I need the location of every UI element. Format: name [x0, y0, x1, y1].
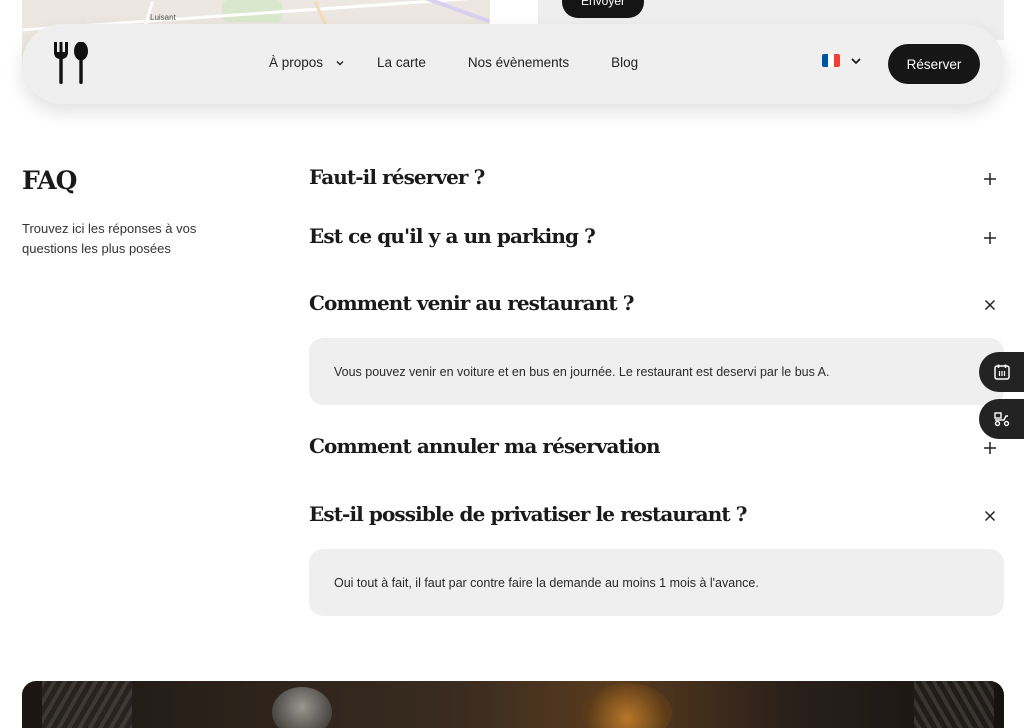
chevron-down-icon	[851, 57, 861, 64]
nav-item-label: La carte	[377, 55, 426, 70]
photo-bowl	[272, 687, 332, 728]
map-place-label: Luisant	[150, 13, 176, 22]
side-tab-delivery[interactable]	[979, 399, 1024, 439]
calendar-icon	[994, 364, 1010, 380]
nav-item-label: Nos évènements	[467, 55, 570, 70]
fork-spoon-logo-icon[interactable]	[52, 41, 92, 86]
send-button[interactable]: Envoyer	[562, 0, 644, 18]
faq-answer: Oui tout à fait, il faut par contre fair…	[309, 549, 1004, 616]
nav-item-blog[interactable]: Blog	[611, 55, 638, 70]
faq-title: FAQ	[22, 166, 77, 195]
faq-question[interactable]: Comment venir au restaurant ?	[309, 291, 635, 315]
photo-dish	[582, 683, 672, 728]
photo-glass	[914, 681, 994, 728]
side-tab-reservation[interactable]	[979, 352, 1024, 392]
plus-icon[interactable]	[980, 438, 1000, 458]
main-nav: À propos La carte Nos évènements Blog	[269, 55, 638, 70]
close-icon[interactable]	[980, 506, 1000, 526]
faq-answer-text: Vous pouvez venir en voiture et en bus e…	[334, 364, 830, 379]
nav-item-evenements[interactable]: Nos évènements	[468, 55, 569, 70]
plus-icon[interactable]	[980, 169, 1000, 189]
delivery-scooter-icon	[994, 412, 1010, 427]
faq-question[interactable]: Est-il possible de privatiser le restaur…	[309, 502, 748, 526]
navbar: À propos La carte Nos évènements Blog Ré…	[22, 24, 1004, 104]
language-selector[interactable]	[822, 54, 862, 67]
nav-item-a-propos[interactable]: À propos	[269, 55, 345, 70]
food-photo	[22, 681, 1004, 728]
photo-glass	[42, 681, 132, 728]
faq-answer-text: Oui tout à fait, il faut par contre fair…	[334, 575, 759, 590]
plus-icon[interactable]	[980, 228, 1000, 248]
nav-item-label: Blog	[611, 55, 639, 70]
close-icon[interactable]	[980, 295, 1000, 315]
faq-question[interactable]: Est ce qu'il y a un parking ?	[309, 224, 596, 248]
reserve-button[interactable]: Réserver	[888, 44, 980, 84]
faq-question[interactable]: Faut-il réserver ?	[309, 165, 485, 189]
chevron-down-icon	[336, 60, 344, 65]
faq-subtitle: Trouvez ici les réponses à vos questions…	[22, 221, 197, 256]
nav-item-la-carte[interactable]: La carte	[377, 55, 426, 70]
faq-question[interactable]: Comment annuler ma réservation	[309, 434, 661, 458]
nav-item-label: À propos	[269, 55, 324, 70]
faq-answer: Vous pouvez venir en voiture et en bus e…	[309, 338, 1004, 405]
fr-flag-icon	[822, 54, 840, 67]
